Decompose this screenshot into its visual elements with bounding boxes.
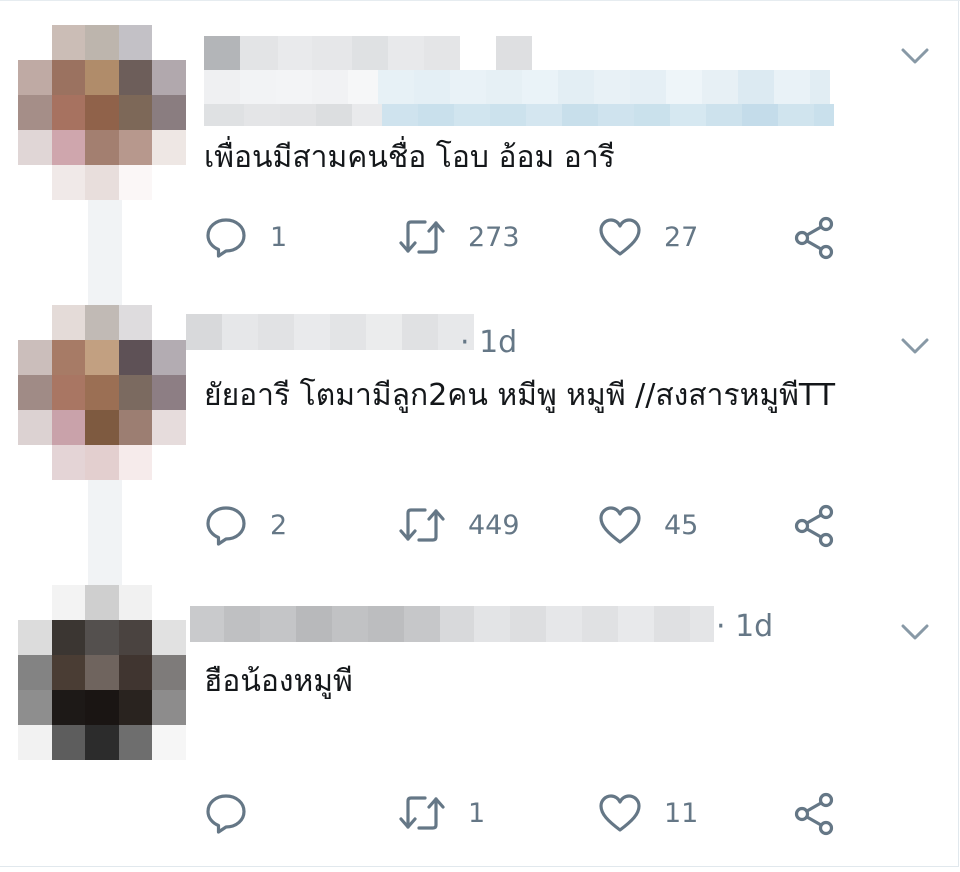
reply-button[interactable] [204, 788, 270, 838]
retweet-icon [399, 220, 445, 254]
like-count: 27 [664, 221, 699, 253]
reply-button[interactable]: 1 [204, 212, 287, 262]
avatar[interactable] [18, 25, 186, 200]
like-count: 45 [664, 509, 699, 541]
reply-icon [206, 218, 246, 258]
avatar[interactable] [18, 305, 186, 480]
tweet[interactable]: เพื่อนมีสามคนชื่อ โอบ อ้อม อารี 1 273 27 [0, 0, 958, 290]
retweet-icon [399, 796, 445, 830]
like-count: 11 [664, 797, 699, 829]
timestamp[interactable]: · 1d [460, 325, 517, 360]
reply-icon [206, 794, 246, 834]
username-redacted[interactable] [186, 314, 474, 350]
tweet-actions: 1 11 [204, 788, 864, 838]
tweet-actions: 1 273 27 [204, 212, 864, 262]
like-button[interactable]: 45 [598, 500, 698, 550]
retweet-button[interactable]: 273 [398, 212, 520, 262]
tweet-text: เพื่อนมีสามคนชื่อ โอบ อ้อม อารี [204, 140, 615, 175]
username-redacted[interactable] [204, 36, 532, 70]
retweet-icon [399, 508, 445, 542]
avatar[interactable] [18, 585, 186, 760]
retweet-button[interactable]: 1 [398, 788, 485, 838]
username-redacted[interactable] [190, 606, 714, 642]
heart-icon [599, 794, 641, 832]
reply-count: 1 [270, 221, 288, 253]
tweet[interactable]: · 1d ฮือน้องหมูพี 1 11 [0, 580, 958, 866]
tweet[interactable]: · 1d ยัยอารี โตมามีลูก2คน หมีพู หมูพี //… [0, 290, 958, 580]
tweet-text: ยัยอารี โตมามีลูก2คน หมีพู หมูพี //สงสาร… [204, 378, 836, 413]
chevron-down-icon[interactable] [900, 47, 930, 65]
reply-button[interactable]: 2 [204, 500, 287, 550]
tweet-text: ฮือน้องหมูพี [204, 664, 353, 699]
tweet-actions: 2 449 45 [204, 500, 864, 550]
retweet-count: 273 [468, 221, 520, 253]
reply-icon [206, 506, 246, 546]
share-icon[interactable] [794, 216, 836, 260]
heart-icon [599, 218, 641, 256]
retweet-count: 449 [468, 509, 520, 541]
like-button[interactable]: 27 [598, 212, 698, 262]
retweet-button[interactable]: 449 [398, 500, 520, 550]
timestamp[interactable]: · 1d [716, 609, 773, 644]
replying-to-redacted-2 [204, 104, 834, 126]
retweet-count: 1 [468, 797, 486, 829]
chevron-down-icon[interactable] [900, 337, 930, 355]
heart-icon [599, 506, 641, 544]
like-button[interactable]: 11 [598, 788, 698, 838]
share-icon[interactable] [794, 792, 836, 836]
replying-to-redacted[interactable] [204, 70, 830, 104]
reply-count: 2 [270, 509, 288, 541]
share-icon[interactable] [794, 504, 836, 548]
chevron-down-icon[interactable] [900, 623, 930, 641]
